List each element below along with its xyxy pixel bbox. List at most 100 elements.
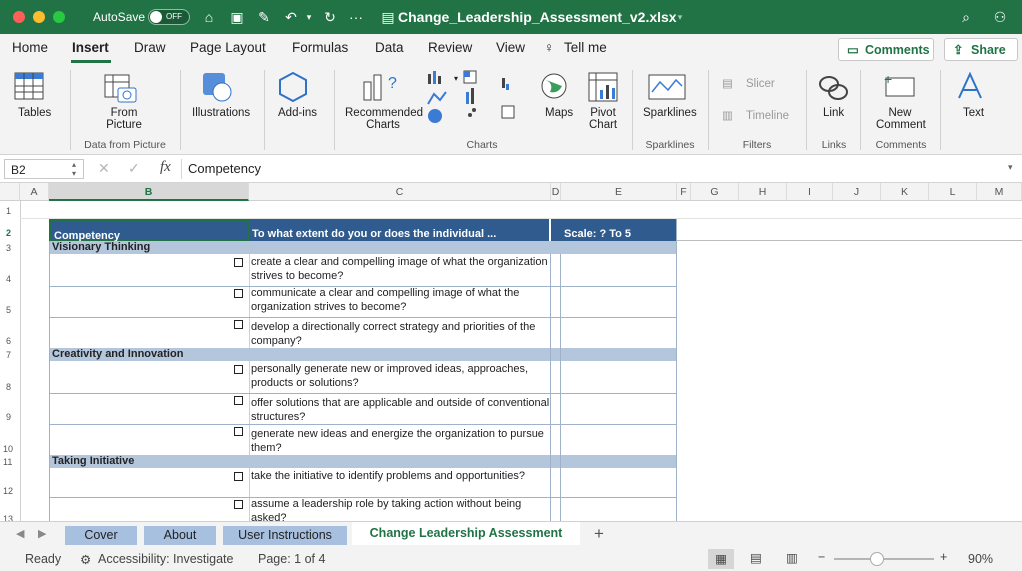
column-header-d[interactable]: D [551,183,561,201]
account-icon[interactable]: ⚇ [990,8,1010,26]
column-header-j[interactable]: J [833,183,881,201]
column-header-b[interactable]: B [49,183,249,201]
header-scale[interactable]: Scale: ? To 5 [561,219,676,241]
scroll-tabs-right-icon[interactable]: ▶ [38,527,46,540]
close-window-button[interactable] [13,11,25,23]
question-checkbox[interactable] [234,427,243,436]
header-question[interactable]: To what extent do you or does the indivi… [249,219,549,241]
formula-input[interactable]: Competency [188,161,261,176]
redo-icon[interactable]: ↻ [320,8,340,26]
normal-view-icon[interactable]: ▦ [708,549,734,569]
tell-me-search[interactable]: Tell me [564,40,607,55]
comments-button[interactable]: ▭ Comments [838,38,934,61]
question-checkbox[interactable] [234,472,243,481]
row-header-8[interactable]: 8 [0,382,20,392]
expand-formula-icon[interactable]: ▾ [1008,162,1013,173]
document-title[interactable]: Change_Leadership_Assessment_v2.xlsx [398,9,677,25]
question-text[interactable]: generate new ideas and energize the orga… [251,428,551,455]
column-header-a[interactable]: A [20,183,49,201]
from-picture-button[interactable]: From Picture [100,107,148,131]
undo-icon[interactable]: ↶ [281,8,301,26]
scroll-tabs-left-icon[interactable]: ◀ [16,527,24,540]
row-header-4[interactable]: 4 [0,274,20,284]
sheet-tab-user-instructions[interactable]: User Instructions [223,526,347,545]
row-header-13[interactable]: 13 [0,514,20,521]
row-header-7[interactable]: 7 [0,350,20,360]
question-checkbox[interactable] [234,396,243,405]
question-checkbox[interactable] [234,289,243,298]
minimize-window-button[interactable] [33,11,45,23]
question-text[interactable]: communicate a clear and compelling image… [251,287,551,314]
zoom-in-icon[interactable]: + [940,550,947,564]
zoom-slider-knob[interactable] [870,552,884,566]
link-button[interactable]: Link [823,107,844,119]
sheet-tab-about[interactable]: About [144,526,216,545]
timeline-button[interactable]: Timeline [746,110,789,122]
column-header-l[interactable]: L [929,183,977,201]
share-button[interactable]: ⇪ Share [944,38,1018,61]
tab-formulas[interactable]: Formulas [292,40,348,55]
insert-function-button[interactable]: fx [160,159,171,176]
accessibility-status[interactable]: Accessibility: Investigate [98,552,233,566]
tab-page-layout[interactable]: Page Layout [190,40,266,55]
question-text[interactable]: assume a leadership role by taking actio… [251,498,551,521]
question-text[interactable]: personally generate new or improved idea… [251,363,551,390]
tab-review[interactable]: Review [428,40,472,55]
question-checkbox[interactable] [234,320,243,329]
row-header-10[interactable]: 10 [0,444,20,454]
section-taking-initiative[interactable]: Taking Initiative [49,455,676,468]
row-header-5[interactable]: 5 [0,305,20,315]
column-header-g[interactable]: G [691,183,739,201]
tab-insert[interactable]: Insert [72,40,109,55]
row-header-3[interactable]: 3 [0,243,20,253]
slicer-button[interactable]: Slicer [746,78,775,90]
home-icon[interactable]: ⌂ [199,8,219,26]
question-text[interactable]: take the initiative to identify problems… [251,470,551,484]
zoom-out-icon[interactable]: − [818,550,825,564]
addins-button[interactable]: Add-ins [278,107,317,119]
column-header-e[interactable]: E [561,183,677,201]
row-header-12[interactable]: 12 [0,486,20,496]
zoom-level[interactable]: 90% [968,552,993,566]
accessibility-icon[interactable]: ⚙ [80,552,91,567]
pivot-chart-button[interactable]: Pivot Chart [589,107,617,131]
sparklines-button[interactable]: Sparklines [643,107,697,119]
sheet-tab-cover[interactable]: Cover [65,526,137,545]
page-break-view-icon[interactable]: ▥ [786,550,798,565]
tables-button[interactable]: Tables [18,107,51,119]
question-checkbox[interactable] [234,258,243,267]
question-text[interactable]: develop a directionally correct strategy… [251,321,551,348]
add-sheet-button[interactable]: + [594,524,604,544]
page-layout-view-icon[interactable]: ▤ [750,550,762,565]
tab-home[interactable]: Home [12,40,48,55]
tab-view[interactable]: View [496,40,525,55]
question-text[interactable]: offer solutions that are applicable and … [251,397,551,424]
row-header-2[interactable]: 2 [0,228,20,238]
tab-data[interactable]: Data [375,40,404,55]
question-text[interactable]: create a clear and compelling image of w… [251,256,551,283]
question-checkbox[interactable] [234,500,243,509]
text-button[interactable]: Text [963,107,984,119]
header-competency[interactable]: Competency [49,219,249,242]
question-checkbox[interactable] [234,365,243,374]
column-header-c[interactable]: C [249,183,551,201]
column-header-m[interactable]: M [977,183,1022,201]
illustrations-button[interactable]: Illustrations [192,107,250,119]
title-dropdown-icon[interactable]: ▾ [670,8,690,26]
section-creativity-innovation[interactable]: Creativity and Innovation [49,348,676,361]
column-header-i[interactable]: I [787,183,833,201]
zoom-window-button[interactable] [53,11,65,23]
row-header-1[interactable]: 1 [0,206,20,216]
row-header-6[interactable]: 6 [0,336,20,346]
more-commands-icon[interactable]: ··· [346,8,366,26]
column-header-f[interactable]: F [677,183,691,201]
recommended-charts-button[interactable]: Recommended Charts [345,107,423,131]
section-visionary-thinking[interactable]: Visionary Thinking [49,241,676,254]
select-all-corner[interactable] [0,183,20,201]
row-header-11[interactable]: 11 [0,457,20,467]
row-header-9[interactable]: 9 [0,412,20,422]
new-comment-button[interactable]: New Comment [876,107,926,131]
save-as-icon[interactable]: ✎ [254,8,274,26]
search-icon[interactable]: ⌕ [956,8,976,26]
maps-button[interactable]: Maps [545,107,573,119]
